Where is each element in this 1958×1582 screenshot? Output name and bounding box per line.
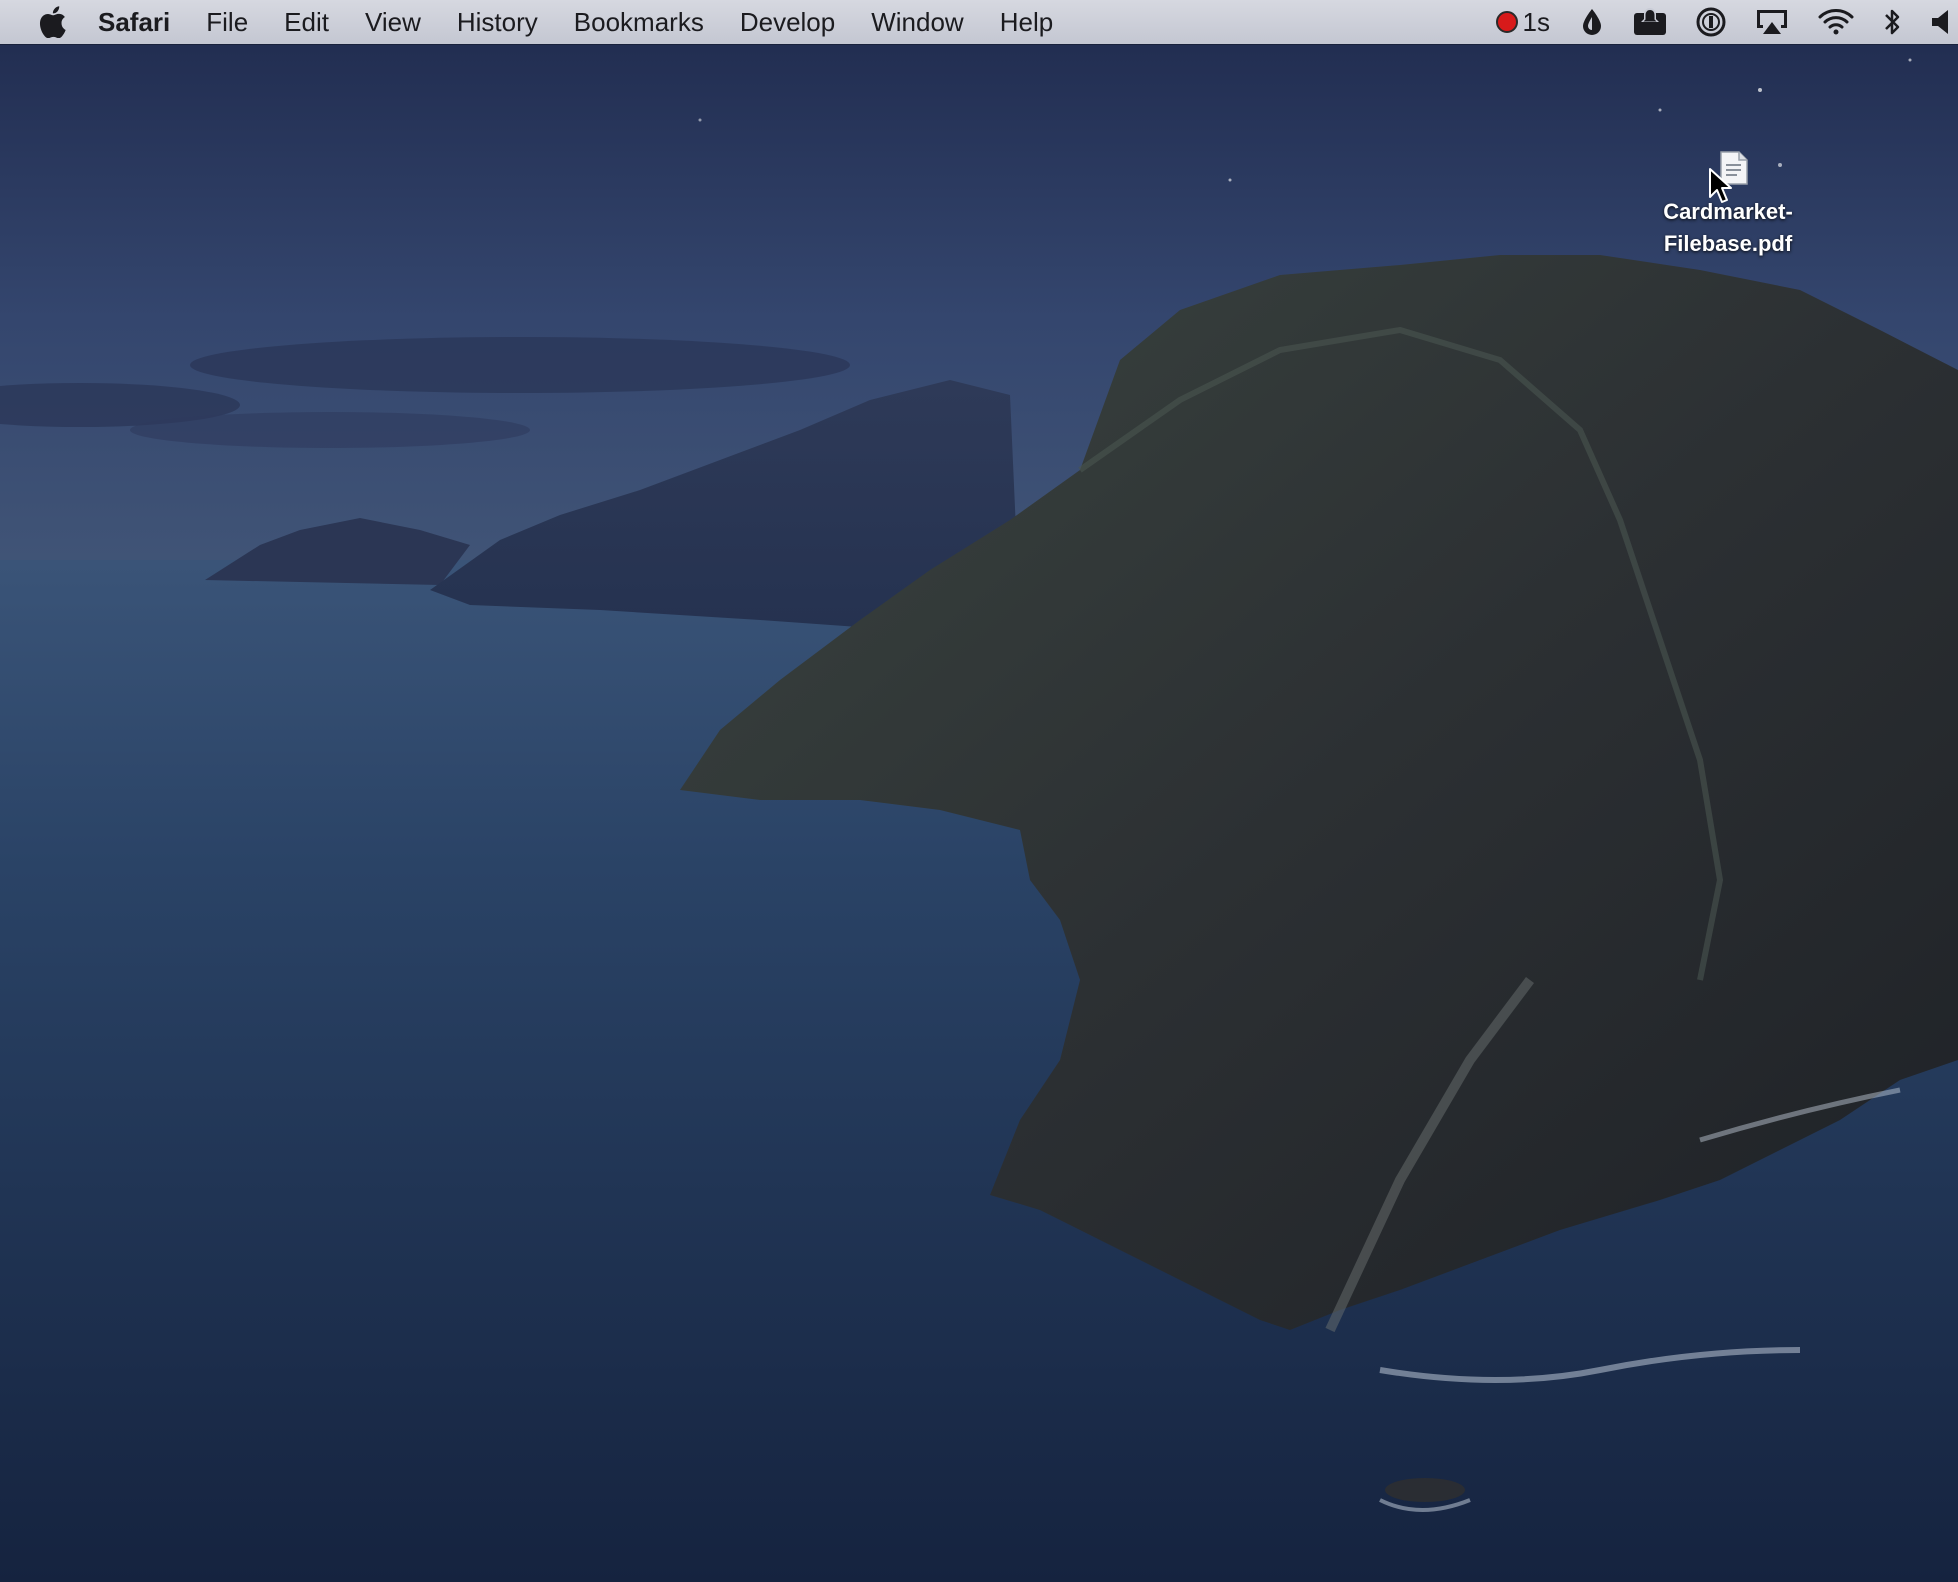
menu-bar: Safari File Edit View History Bookmarks … [0, 0, 1958, 44]
menu-develop[interactable]: Develop [722, 0, 853, 44]
menu-edit[interactable]: Edit [266, 0, 347, 44]
desktop-file-label-line2: Filebase.pdf [1663, 231, 1793, 256]
menu-help[interactable]: Help [982, 0, 1071, 44]
password-icon[interactable] [1696, 0, 1726, 44]
notification-icon[interactable] [1632, 0, 1668, 44]
wifi-icon[interactable] [1818, 0, 1854, 44]
mouse-cursor-icon [1709, 168, 1732, 203]
screen-recording-status[interactable]: 1s [1495, 0, 1550, 44]
menu-app-safari[interactable]: Safari [98, 0, 188, 44]
menu-view[interactable]: View [347, 0, 439, 44]
recording-icon [1495, 11, 1518, 33]
apple-menu-icon[interactable] [38, 5, 68, 39]
menu-bar-left: Safari File Edit View History Bookmarks … [0, 0, 1071, 44]
menu-bookmarks[interactable]: Bookmarks [556, 0, 722, 44]
menu-window[interactable]: Window [853, 0, 981, 44]
drop-icon[interactable] [1580, 0, 1604, 44]
bluetooth-icon[interactable] [1882, 0, 1902, 44]
menu-file[interactable]: File [188, 0, 266, 44]
menu-bar-status: 1s [1482, 0, 1958, 44]
menu-history[interactable]: History [439, 0, 556, 44]
desktop: Safari File Edit View History Bookmarks … [0, 0, 1958, 1582]
airplay-icon[interactable] [1754, 0, 1790, 44]
recording-time: 1s [1522, 6, 1550, 37]
volume-icon[interactable] [1930, 0, 1952, 44]
